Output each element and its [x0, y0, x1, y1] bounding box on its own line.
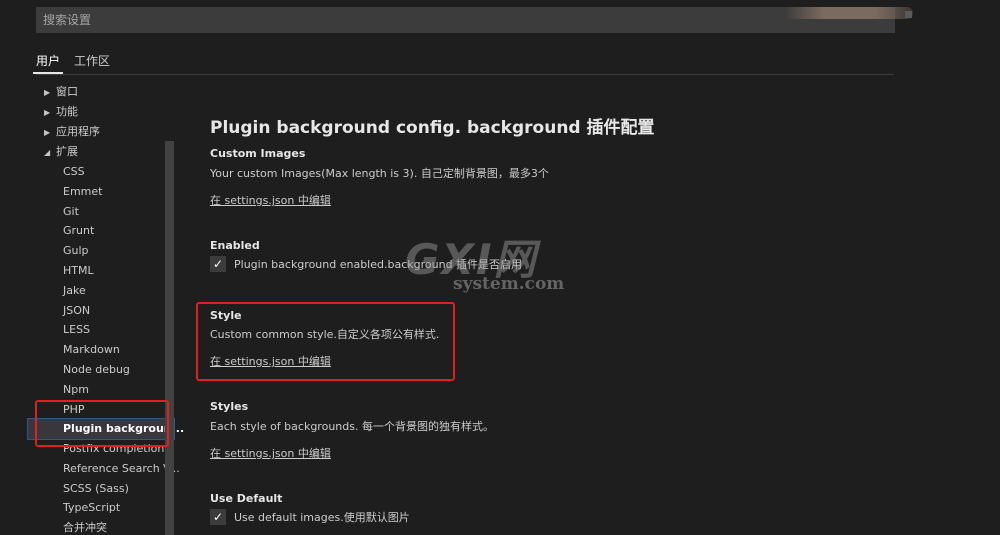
- tree-item-label: 扩展: [56, 145, 78, 158]
- tree-item-json[interactable]: JSON: [63, 301, 90, 321]
- use-default-checkbox[interactable]: ✓: [210, 509, 226, 525]
- tree-item-css[interactable]: CSS: [63, 162, 85, 182]
- setting-desc-custom-images: Your custom Images(Max length is 3). 自己定…: [210, 167, 549, 180]
- check-icon: ✓: [212, 257, 224, 271]
- tree-item-plugin-background[interactable]: Plugin backgroun...: [27, 418, 184, 440]
- setting-title-custom-images: Custom Images: [210, 147, 306, 160]
- tree-item-npm[interactable]: Npm: [63, 380, 89, 400]
- enabled-checkbox[interactable]: ✓: [210, 256, 226, 272]
- tree-item-reference-search[interactable]: Reference Search V...: [63, 459, 180, 479]
- settings-editor: 用户 工作区 ▶ 窗口 ▶ 功能 ▶ 应用程序 ◢ 扩展 CSS Emmet Git G…: [0, 0, 1000, 535]
- tree-item-scss[interactable]: SCSS (Sass): [63, 479, 129, 499]
- setting-desc-style: Custom common style.自定义各项公有样式.: [210, 328, 440, 341]
- settings-tree: ▶ 窗口 ▶ 功能 ▶ 应用程序 ◢ 扩展 CSS Emmet Git Grunt Gu…: [0, 82, 184, 535]
- edit-in-settings-json-link[interactable]: 在 settings.json 中编辑: [210, 445, 331, 461]
- tree-scrollbar[interactable]: [165, 141, 174, 535]
- chevron-right-icon: ▶: [44, 88, 51, 97]
- tree-item-label: 功能: [56, 105, 78, 118]
- tree-item-merge-conflict[interactable]: 合并冲突: [63, 518, 107, 535]
- settings-content: Plugin background config. background 插件配…: [210, 0, 970, 535]
- tree-item-gulp[interactable]: Gulp: [63, 241, 89, 261]
- section-title: Plugin background config. background 插件配…: [210, 118, 655, 138]
- tab-workspace[interactable]: 工作区: [74, 48, 110, 74]
- tab-user[interactable]: 用户: [32, 48, 64, 74]
- tree-item-label: 窗口: [56, 85, 78, 98]
- checkbox-label: Plugin background enabled.background 插件是…: [234, 258, 523, 271]
- tree-item-php[interactable]: PHP: [63, 400, 85, 420]
- setting-title-use-default: Use Default: [210, 492, 283, 505]
- settings-scope-tabs: 用户 工作区: [32, 48, 124, 74]
- chevron-right-icon: ▶: [44, 108, 51, 117]
- tree-item-jake[interactable]: Jake: [63, 281, 86, 301]
- tree-item-application[interactable]: ▶ 应用程序: [44, 122, 100, 142]
- checkbox-row-enabled: ✓ Plugin background enabled.background 插…: [210, 256, 522, 272]
- tree-item-typescript[interactable]: TypeScript: [63, 498, 120, 518]
- chevron-right-icon: ▶: [44, 128, 51, 137]
- setting-title-style: Style: [210, 309, 242, 322]
- tree-item-extensions[interactable]: ◢ 扩展: [44, 142, 78, 162]
- check-icon: ✓: [212, 510, 224, 524]
- setting-desc-styles: Each style of backgrounds. 每一个背景图的独有样式。: [210, 420, 494, 433]
- tree-item-grunt[interactable]: Grunt: [63, 221, 94, 241]
- checkbox-label: Use default images.使用默认图片: [234, 511, 410, 524]
- tree-item-less[interactable]: LESS: [63, 320, 90, 340]
- tree-item-postfix-completion[interactable]: Postfix completion: [63, 439, 164, 459]
- setting-title-styles: Styles: [210, 400, 249, 413]
- tree-item-markdown[interactable]: Markdown: [63, 340, 120, 360]
- tree-item-html[interactable]: HTML: [63, 261, 94, 281]
- edit-in-settings-json-link[interactable]: 在 settings.json 中编辑: [210, 353, 331, 369]
- chevron-down-icon: ◢: [44, 148, 51, 157]
- tree-item-node-debug[interactable]: Node debug: [63, 360, 130, 380]
- setting-title-enabled: Enabled: [210, 239, 260, 252]
- tree-item-window[interactable]: ▶ 窗口: [44, 82, 78, 102]
- tree-item-emmet[interactable]: Emmet: [63, 182, 102, 202]
- edit-in-settings-json-link[interactable]: 在 settings.json 中编辑: [210, 192, 331, 208]
- tree-item-features[interactable]: ▶ 功能: [44, 102, 78, 122]
- tree-item-git[interactable]: Git: [63, 202, 79, 222]
- checkbox-row-use-default: ✓ Use default images.使用默认图片: [210, 509, 410, 525]
- tree-item-label: 应用程序: [56, 125, 100, 138]
